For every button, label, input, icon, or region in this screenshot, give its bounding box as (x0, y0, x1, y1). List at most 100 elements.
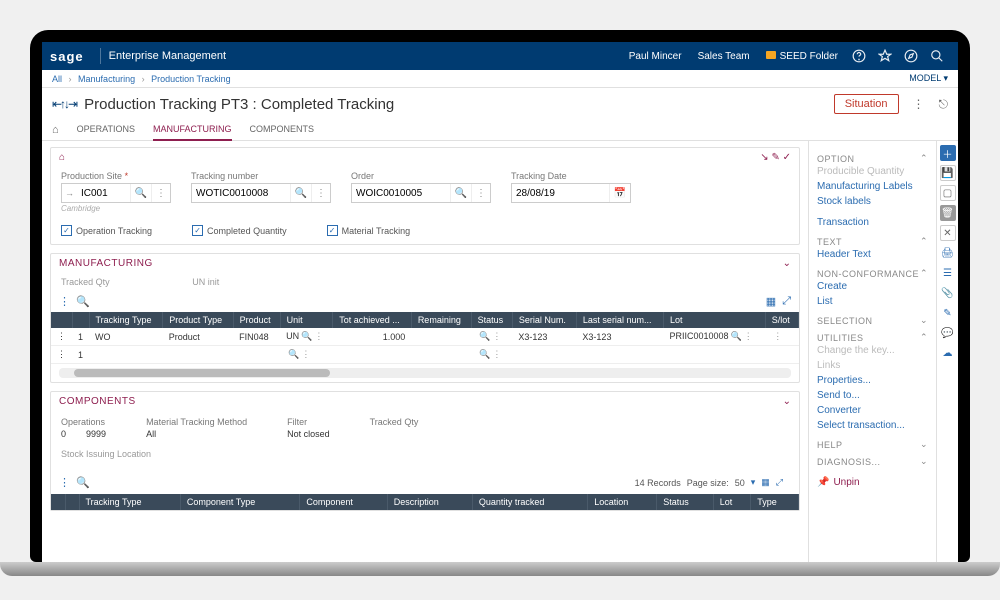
lookup-icon[interactable]: 🔍 (450, 184, 471, 202)
title-row: ⇤↑↓⇥ Production Tracking PT3 : Completed… (42, 88, 958, 120)
attach-icon[interactable]: 📎 (940, 285, 956, 301)
chk-completed-qty[interactable]: ✓Completed Quantity (192, 225, 287, 236)
chevron-up-icon[interactable]: ⌃ (920, 153, 928, 164)
tab-components[interactable]: COMPONENTS (250, 120, 315, 140)
item-properties[interactable]: Properties... (817, 373, 928, 388)
item-stock-labels[interactable]: Stock labels (817, 194, 928, 209)
lookup-icon[interactable]: 🔍 (479, 349, 490, 359)
menu-icon[interactable]: ⋮ (151, 184, 170, 202)
pager-size[interactable]: 50 (735, 478, 745, 488)
item-transaction[interactable]: Transaction (817, 215, 928, 230)
unpin-button[interactable]: 📌Unpin (817, 477, 928, 488)
help-icon[interactable] (851, 48, 867, 64)
cloud-icon[interactable]: ☁ (940, 345, 956, 361)
track-no-label: Tracking number (191, 171, 331, 181)
item-select-trans[interactable]: Select transaction... (817, 418, 928, 433)
chevron-down-icon[interactable]: ⌄ (920, 456, 928, 467)
delete-icon[interactable]: 🗑 (940, 205, 956, 221)
search-icon[interactable] (929, 48, 945, 64)
col-status[interactable]: Status (471, 312, 512, 328)
tab-home[interactable]: ⌂ (52, 120, 59, 140)
item-converter[interactable]: Converter (817, 403, 928, 418)
lookup-icon[interactable]: 🔍 (290, 184, 311, 202)
collapse-icon[interactable]: ⌄ (783, 396, 791, 407)
collapse-icon[interactable]: ⌄ (783, 258, 791, 269)
col-product-type[interactable]: Product Type (163, 312, 233, 328)
crumb-all[interactable]: All (52, 74, 62, 84)
menu-icon[interactable]: ⋮ (311, 184, 330, 202)
tab-operations[interactable]: OPERATIONS (77, 120, 135, 140)
chk-op-tracking[interactable]: ✓Operation Tracking (61, 225, 152, 236)
chevron-up-icon[interactable]: ⌃ (920, 236, 928, 247)
lookup-icon[interactable]: 🔍 (301, 331, 312, 341)
date-input[interactable]: 📅 (511, 183, 631, 203)
grid-more-icon[interactable]: ⋮ (59, 476, 70, 489)
chevron-down-icon[interactable]: ⌄ (920, 439, 928, 450)
order-input[interactable]: 🔍 ⋮ (351, 183, 491, 203)
add-icon[interactable]: ＋ (940, 145, 956, 161)
home-small-icon[interactable]: ⌂ (59, 152, 65, 163)
prod-site-input[interactable]: → 🔍 ⋮ (61, 183, 171, 203)
calendar-icon[interactable]: 📅 (609, 184, 630, 202)
lookup-icon[interactable]: 🔍 (479, 331, 490, 341)
tab-manufacturing[interactable]: MANUFACTURING (153, 120, 232, 140)
table-row[interactable]: ⋮ 1 WO Product FIN048 UN🔍⋮ 1.000 🔍⋮ X3-1… (51, 328, 799, 346)
nav-arrows-icon[interactable]: ⇤↑↓⇥ (52, 97, 76, 111)
list-icon[interactable]: ☰ (940, 265, 956, 281)
compass-icon[interactable] (903, 48, 919, 64)
team-link[interactable]: Sales Team (698, 51, 750, 62)
col-product[interactable]: Product (233, 312, 280, 328)
favorite-icon[interactable] (877, 48, 893, 64)
save-icon[interactable]: 💾 (940, 165, 956, 181)
chk-material-tracking[interactable]: ✓Material Tracking (327, 225, 411, 236)
crumb-l1[interactable]: Manufacturing (78, 74, 135, 84)
grid-card-icon[interactable]: ▦ (766, 295, 776, 308)
chevron-up-icon[interactable]: ⌃ (920, 332, 928, 343)
col-lot[interactable]: Lot (664, 312, 766, 328)
edit-icon[interactable]: ✎ (940, 305, 956, 321)
grid-expand-icon[interactable]: ⤢ (776, 477, 783, 488)
new-icon[interactable]: ▢ (940, 185, 956, 201)
lookup-icon[interactable]: 🔍 (288, 349, 299, 359)
col-slot[interactable]: S/lot (765, 312, 798, 328)
item-send-to[interactable]: Send to... (817, 388, 928, 403)
grid-more-icon[interactable]: ⋮ (59, 295, 70, 308)
pager-dropdown-icon[interactable]: ▾ (751, 477, 756, 488)
user-link[interactable]: Paul Mincer (629, 51, 682, 62)
item-header-text[interactable]: Header Text (817, 247, 928, 262)
crumb-l2[interactable]: Production Tracking (151, 74, 231, 84)
comp-panel-title: COMPONENTS (59, 396, 783, 407)
chevron-up-icon[interactable]: ⌃ (920, 268, 928, 279)
more-icon[interactable]: ⋮ (913, 97, 925, 111)
chevron-down-icon[interactable]: ⌄ (920, 315, 928, 326)
item-mfg-labels[interactable]: Manufacturing Labels (817, 179, 928, 194)
comment-icon[interactable]: 💬 (940, 325, 956, 341)
grid-search-icon[interactable]: 🔍 (76, 476, 90, 489)
cancel-icon[interactable]: ✕ (940, 225, 956, 241)
col-serial[interactable]: Serial Num. (512, 312, 576, 328)
col-unit[interactable]: Unit (280, 312, 333, 328)
situation-button[interactable]: Situation (834, 94, 899, 114)
lookup-icon[interactable]: 🔍 (130, 184, 151, 202)
col-remaining[interactable]: Remaining (411, 312, 471, 328)
exit-icon[interactable]: ⎋ (939, 97, 949, 112)
h-scrollbar[interactable] (59, 368, 791, 378)
table-row[interactable]: ⋮ 1 🔍⋮ 🔍⋮ (51, 346, 799, 364)
page-title: Production Tracking PT3 : Completed Trac… (84, 96, 826, 113)
grid-card-icon[interactable]: ▦ (761, 477, 770, 488)
item-create[interactable]: Create (817, 279, 928, 294)
folder-link[interactable]: SEED Folder (766, 51, 838, 62)
model-link[interactable]: MODEL ▾ (909, 73, 948, 84)
track-no-input[interactable]: 🔍 ⋮ (191, 183, 331, 203)
logo: sage (50, 49, 84, 64)
col-tracking-type[interactable]: Tracking Type (89, 312, 163, 328)
col-tot[interactable]: Tot achieved ... (333, 312, 412, 328)
print-icon[interactable]: 🖨 (940, 245, 956, 261)
lookup-icon[interactable]: 🔍 (731, 331, 742, 341)
col-last-serial[interactable]: Last serial num... (576, 312, 663, 328)
grid-search-icon[interactable]: 🔍 (76, 295, 90, 308)
panel-action-icons[interactable]: ↘ ✎ ✓ (760, 152, 791, 163)
grid-expand-icon[interactable]: ⤢ (782, 295, 791, 308)
menu-icon[interactable]: ⋮ (471, 184, 490, 202)
item-list[interactable]: List (817, 294, 928, 309)
